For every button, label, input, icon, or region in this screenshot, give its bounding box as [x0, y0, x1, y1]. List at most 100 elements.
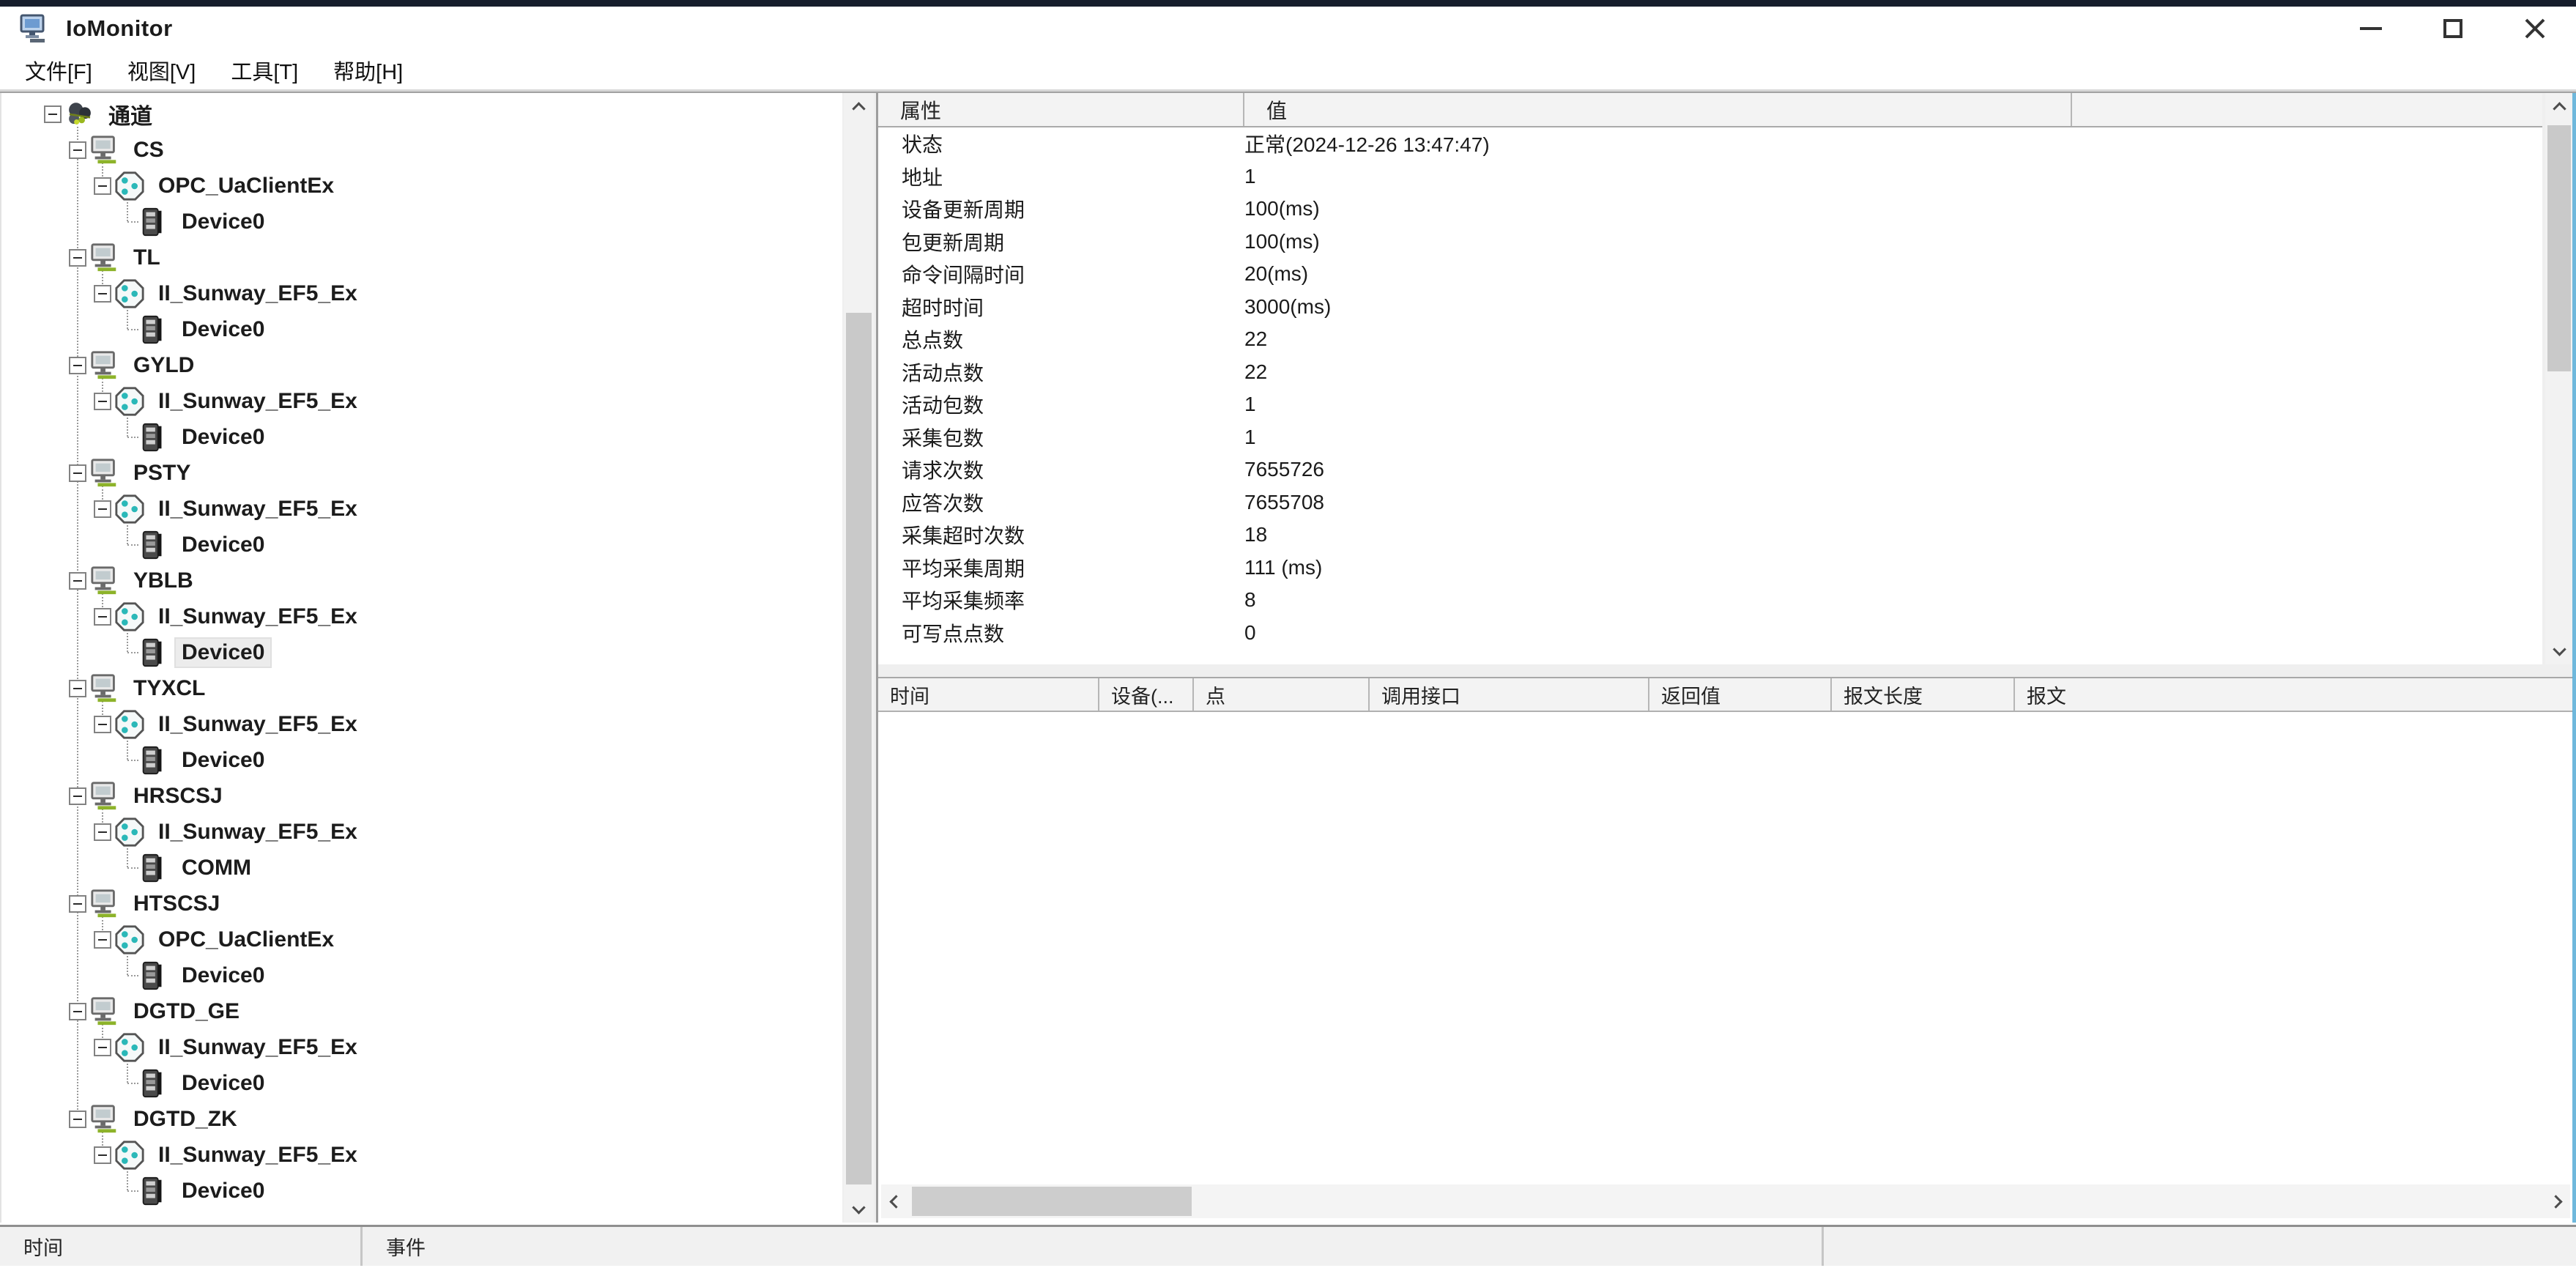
packet-column-header-6[interactable]: 报文 [2015, 678, 2573, 711]
property-row[interactable]: 超时时间3000(ms) [878, 291, 2542, 324]
tree-node-label[interactable]: II_Sunway_EF5_Ex [152, 1141, 363, 1169]
tree-node-label[interactable]: DGTD_ZK [127, 1105, 243, 1133]
tree-row-tyxcl[interactable]: TYXCL [1, 670, 211, 706]
property-column-header[interactable]: 属性 [878, 93, 1244, 126]
tree-expander-collapse-icon[interactable] [44, 105, 62, 123]
property-row[interactable]: 总点数22 [878, 323, 2542, 356]
tree-node-label[interactable]: Device0 [176, 962, 270, 990]
tree-node-label[interactable]: PSTY [127, 459, 196, 487]
tree-node-label[interactable]: COMM [176, 854, 257, 882]
tree-node-label[interactable]: II_Sunway_EF5_Ex [152, 280, 363, 308]
tree-expander-collapse-icon[interactable] [94, 716, 111, 733]
property-row[interactable]: 包更新周期100(ms) [878, 226, 2542, 259]
property-row[interactable]: 采集超时次数18 [878, 519, 2542, 552]
tree-vertical-scrollbar[interactable] [844, 93, 874, 1223]
tree-row-cs[interactable]: CS [1, 132, 170, 168]
tree-node-label[interactable]: HRSCSJ [127, 782, 229, 810]
property-row[interactable]: 可写点点数0 [878, 617, 2542, 650]
tree-row-ii-sunway-ef5-ex[interactable]: II_Sunway_EF5_Ex [1, 1137, 363, 1173]
tree-expander-collapse-icon[interactable] [69, 680, 86, 697]
tree-expander-collapse-icon[interactable] [69, 357, 86, 374]
tree-expander-collapse-icon[interactable] [69, 249, 86, 267]
tree-expander-collapse-icon[interactable] [69, 572, 86, 590]
tree-row-ii-sunway-ef5-ex[interactable]: II_Sunway_EF5_Ex [1, 383, 363, 419]
tree-node-label[interactable]: TL [127, 244, 166, 272]
menu-item-0[interactable]: 文件[F] [12, 51, 105, 90]
packet-column-header-1[interactable]: 设备(... [1099, 678, 1194, 711]
tree-expander-collapse-icon[interactable] [69, 895, 86, 913]
tree-node-label[interactable]: TYXCL [127, 675, 211, 702]
packet-column-header-0[interactable]: 时间 [878, 678, 1099, 711]
menu-item-3[interactable]: 帮助[H] [320, 51, 416, 90]
tree-expander-collapse-icon[interactable] [94, 177, 111, 195]
tree-node-label[interactable]: II_Sunway_EF5_Ex [152, 495, 363, 523]
property-row[interactable]: 平均采集频率8 [878, 584, 2542, 617]
tree-scroll-up-button[interactable] [844, 93, 874, 124]
tree-node-label[interactable]: Device0 [176, 639, 270, 667]
tree-node-label[interactable]: Device0 [176, 1177, 270, 1205]
tree-node-label[interactable]: OPC_UaClientEx [152, 172, 340, 200]
property-row[interactable]: 命令间隔时间20(ms) [878, 258, 2542, 291]
tree-node-label[interactable]: Device0 [176, 316, 270, 344]
packet-column-header-5[interactable]: 报文长度 [1832, 678, 2015, 711]
tree-expander-collapse-icon[interactable] [94, 1146, 111, 1164]
tree-node-label[interactable]: II_Sunway_EF5_Ex [152, 818, 363, 846]
tree-node-label[interactable]: GYLD [127, 352, 200, 379]
property-scroll-thumb[interactable] [2547, 125, 2571, 371]
tree-expander-collapse-icon[interactable] [69, 1003, 86, 1020]
tree-scroll-down-button[interactable] [844, 1192, 874, 1223]
tree-row-ii-sunway-ef5-ex[interactable]: II_Sunway_EF5_Ex [1, 491, 363, 527]
property-row[interactable]: 应答次数7655708 [878, 486, 2542, 519]
tree-node-label[interactable]: Device0 [176, 208, 270, 236]
property-row[interactable]: 采集包数1 [878, 421, 2542, 454]
tree-row-ii-sunway-ef5-ex[interactable]: II_Sunway_EF5_Ex [1, 814, 363, 850]
property-scroll-up-button[interactable] [2545, 93, 2573, 124]
tree-node-label[interactable]: 通道 [103, 97, 158, 132]
menu-item-2[interactable]: 工具[T] [218, 51, 311, 90]
tree-expander-collapse-icon[interactable] [69, 141, 86, 159]
tree-row-hrscsj[interactable]: HRSCSJ [1, 778, 229, 814]
tree-node-label[interactable]: II_Sunway_EF5_Ex [152, 388, 363, 415]
tree-expander-collapse-icon[interactable] [69, 787, 86, 805]
tree-row-dgtd-ge[interactable]: DGTD_GE [1, 993, 245, 1029]
property-scroll-down-button[interactable] [2545, 634, 2573, 664]
tree-expander-collapse-icon[interactable] [94, 285, 111, 303]
tree-node-label[interactable]: Device0 [176, 1069, 270, 1097]
tree-expander-collapse-icon[interactable] [94, 608, 111, 626]
tree-row-ii-sunway-ef5-ex[interactable]: II_Sunway_EF5_Ex [1, 275, 363, 311]
tree-row-yblb[interactable]: YBLB [1, 563, 199, 598]
packet-column-header-3[interactable]: 调用接口 [1370, 678, 1649, 711]
packet-horizontal-scrollbar[interactable] [881, 1184, 2570, 1218]
tree-row-dgtd-zk[interactable]: DGTD_ZK [1, 1101, 243, 1137]
packet-scroll-thumb[interactable] [912, 1187, 1192, 1216]
menu-item-1[interactable]: 视图[V] [114, 51, 209, 90]
tree-node-label[interactable]: OPC_UaClientEx [152, 926, 340, 954]
packet-column-header-4[interactable]: 返回值 [1649, 678, 1832, 711]
tree-expander-collapse-icon[interactable] [94, 931, 111, 949]
tree-node-label[interactable]: CS [127, 136, 170, 164]
minimize-button[interactable] [2330, 7, 2412, 51]
property-row[interactable]: 活动包数1 [878, 388, 2542, 421]
maximize-button[interactable] [2412, 7, 2494, 51]
value-column-header[interactable]: 值 [1244, 93, 2072, 126]
close-button[interactable] [2494, 7, 2576, 51]
tree-row-ii-sunway-ef5-ex[interactable]: II_Sunway_EF5_Ex [1, 598, 363, 634]
property-row[interactable]: 请求次数7655726 [878, 453, 2542, 486]
packet-scroll-left-button[interactable] [881, 1184, 910, 1218]
tree-expander-collapse-icon[interactable] [69, 464, 86, 482]
property-row[interactable]: 状态正常(2024-12-26 13:47:47) [878, 127, 2542, 160]
tree-row-ii-sunway-ef5-ex[interactable]: II_Sunway_EF5_Ex [1, 706, 363, 742]
tree-row-ii-sunway-ef5-ex[interactable]: II_Sunway_EF5_Ex [1, 1029, 363, 1065]
tree-node-label[interactable]: Device0 [176, 746, 270, 774]
tree-scroll-thumb[interactable] [846, 313, 872, 1184]
tree-expander-collapse-icon[interactable] [94, 393, 111, 410]
property-row[interactable]: 活动点数22 [878, 356, 2542, 389]
tree-row-psty[interactable]: PSTY [1, 455, 196, 491]
property-vertical-scrollbar[interactable] [2545, 93, 2573, 664]
tree-expander-collapse-icon[interactable] [69, 1111, 86, 1128]
tree-node-label[interactable]: II_Sunway_EF5_Ex [152, 603, 363, 631]
tree-node-label[interactable]: Device0 [176, 423, 270, 451]
tree-expander-collapse-icon[interactable] [94, 823, 111, 841]
tree-row-tl[interactable]: TL [1, 240, 166, 275]
tree-node-label[interactable]: II_Sunway_EF5_Ex [152, 711, 363, 738]
